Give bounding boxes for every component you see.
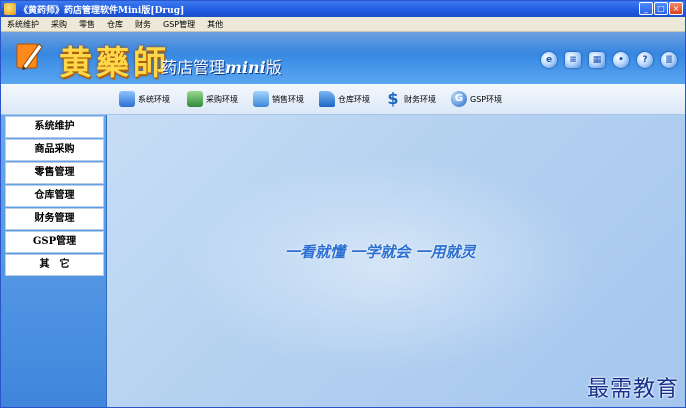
menu-other[interactable]: 其他 — [201, 19, 229, 30]
sidebar-item-finance[interactable]: 财务管理 — [5, 208, 104, 230]
chat-icon[interactable]: • — [613, 52, 629, 68]
maximize-button[interactable]: □ — [654, 2, 668, 15]
window-controls: _ □ × — [639, 2, 683, 15]
quick-actions: e ≡ ▦ • ? ≣ — [541, 52, 677, 68]
logo-text: 黄藥師 — [59, 43, 170, 82]
tool-gsp-env[interactable]: G GSP环境 — [451, 91, 502, 107]
watermark-text: 最需教育 — [586, 377, 679, 402]
product-subtitle: 药店管理mini版 — [161, 58, 282, 77]
app-window: 《黄药师》药店管理软件Mini版[Drug] _ □ × 系统维护 采购 零售 … — [0, 0, 686, 408]
tool-warehouse-env[interactable]: 仓库环境 — [319, 91, 370, 107]
tool-purchase-env[interactable]: 采购环境 — [187, 91, 238, 107]
sidebar-item-other[interactable]: 其 它 — [5, 254, 104, 276]
sidebar-item-retail[interactable]: 零售管理 — [5, 162, 104, 184]
sidebar: 系统维护 商品采购 零售管理 仓库管理 财务管理 GSP管理 其 它 — [1, 115, 107, 407]
menu-finance[interactable]: 财务 — [129, 19, 157, 30]
help-icon[interactable]: ? — [637, 52, 653, 68]
browser-icon[interactable]: e — [541, 52, 557, 68]
gsp-icon: G — [451, 91, 467, 107]
dollar-icon: $ — [387, 89, 399, 108]
monitor-icon — [119, 91, 135, 107]
menu-gsp[interactable]: GSP管理 — [157, 19, 201, 30]
main-workspace: 一看就懂 一学就会 一用就灵 最需教育 — [107, 115, 685, 407]
window-title: 《黄药师》药店管理软件Mini版[Drug] — [19, 5, 185, 16]
app-icon — [4, 3, 16, 15]
tool-sales-env[interactable]: 销售环境 — [253, 91, 304, 107]
truck-icon — [187, 91, 203, 107]
sidebar-item-gsp[interactable]: GSP管理 — [5, 231, 104, 253]
sidebar-item-system[interactable]: 系统维护 — [5, 116, 104, 138]
pen-logo-icon — [16, 43, 43, 70]
calculator-icon[interactable]: ▦ — [589, 52, 605, 68]
sales-icon — [253, 91, 269, 107]
sidebar-item-purchase[interactable]: 商品采购 — [5, 139, 104, 161]
slogan-text: 一看就懂 一学就会 一用就灵 — [285, 243, 476, 261]
header-banner: 黄藥師 药店管理mini版 e ≡ ▦ • ? ≣ — [1, 32, 685, 84]
menu-purchase[interactable]: 采购 — [45, 19, 73, 30]
menu-bar: 系统维护 采购 零售 仓库 财务 GSP管理 其他 — [1, 17, 685, 32]
sidebar-item-warehouse[interactable]: 仓库管理 — [5, 185, 104, 207]
warehouse-icon — [319, 91, 335, 107]
menu-warehouse[interactable]: 仓库 — [101, 19, 129, 30]
books-icon[interactable]: ≣ — [661, 52, 677, 68]
minimize-button[interactable]: _ — [639, 2, 653, 15]
title-bar[interactable]: 《黄药师》药店管理软件Mini版[Drug] _ □ × — [1, 1, 685, 17]
close-button[interactable]: × — [669, 2, 683, 15]
tool-finance-env[interactable]: $ 财务环境 — [385, 91, 436, 107]
menu-retail[interactable]: 零售 — [73, 19, 101, 30]
menu-system[interactable]: 系统维护 — [1, 19, 45, 30]
environment-toolbar: 系统环境 采购环境 销售环境 仓库环境 $ 财务环境 G GSP环境 — [1, 84, 685, 115]
notepad-icon[interactable]: ≡ — [565, 52, 581, 68]
tool-system-env[interactable]: 系统环境 — [119, 91, 170, 107]
